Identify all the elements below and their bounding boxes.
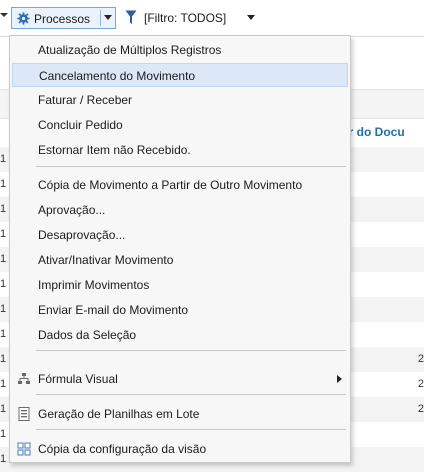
menu-item-label: Concluir Pedido xyxy=(38,118,123,132)
menu-item-label: Aprovação... xyxy=(38,203,106,217)
menu-separator xyxy=(36,350,346,351)
menu-item-label: Cópia da configuração da visão xyxy=(38,442,207,456)
processes-label: Processos xyxy=(34,12,91,26)
row-number: 1 xyxy=(0,153,7,165)
submenu-arrow-icon xyxy=(337,375,342,383)
row-number: 1 xyxy=(0,178,7,190)
menu-separator xyxy=(36,394,346,395)
menu-item-copia-configuracao-visao[interactable]: Cópia da configuração da visão xyxy=(12,437,348,461)
row-value: 2 xyxy=(417,353,424,365)
menu-item-label: Cancelamento do Movimento xyxy=(39,69,196,83)
menu-item-label: Faturar / Receber xyxy=(38,93,133,107)
menu-item-aprovacao[interactable]: Aprovação... xyxy=(12,198,348,222)
menu-item-estornar-item[interactable]: Estornar Item não Recebido. xyxy=(12,138,348,162)
row-number: 1 xyxy=(0,403,7,415)
menu-separator xyxy=(36,429,346,430)
grid-view-icon xyxy=(17,442,31,456)
menu-item-label: Cópia de Movimento a Partir de Outro Mov… xyxy=(38,178,303,192)
menu-item-label: Geração de Planilhas em Lote xyxy=(38,407,200,421)
menu-item-imprimir-movimentos[interactable]: Imprimir Movimentos xyxy=(12,273,348,297)
row-number: 1 xyxy=(0,428,7,440)
menu-item-dados-selecao[interactable]: Dados da Seleção xyxy=(12,323,348,347)
menu-item-label: Enviar E-mail do Movimento xyxy=(38,303,189,317)
menu-item-copia-movimento[interactable]: Cópia de Movimento a Partir de Outro Mov… xyxy=(12,173,348,197)
chevron-down-icon[interactable] xyxy=(0,10,9,20)
dropdown-arrow-icon[interactable] xyxy=(247,15,255,21)
filter-button[interactable]: [Filtro: TODOS] xyxy=(125,7,260,29)
menu-item-formula-visual[interactable]: Fórmula Visual xyxy=(12,367,348,391)
menu-item-atualizacao-multiplos-registros[interactable]: Atualização de Múltiplos Registros xyxy=(12,38,348,62)
menu-item-desaprovacao[interactable]: Desaprovação... xyxy=(12,223,348,247)
menu-item-label: Ativar/Inativar Movimento xyxy=(38,253,174,267)
toolbar: Processos [Filtro: TODOS] xyxy=(0,0,424,37)
menu-item-cancelamento-movimento[interactable]: Cancelamento do Movimento xyxy=(12,63,348,87)
row-value: 2 xyxy=(417,378,424,390)
menu-item-faturar-receber[interactable]: Faturar / Receber xyxy=(12,88,348,112)
menu-item-label: Imprimir Movimentos xyxy=(38,278,150,292)
row-value: 2 xyxy=(417,403,424,415)
menu-item-label: Dados da Seleção xyxy=(38,328,137,342)
row-number: 1 xyxy=(0,278,7,290)
dropdown-arrow-icon[interactable] xyxy=(104,15,112,21)
menu-item-geracao-planilhas[interactable]: Geração de Planilhas em Lote xyxy=(12,402,348,426)
processes-menu: Atualização de Múltiplos Registros Cance… xyxy=(9,35,351,463)
row-number: 1 xyxy=(0,228,7,240)
filter-label: [Filtro: TODOS] xyxy=(144,11,227,25)
menu-separator xyxy=(36,166,346,167)
menu-item-label: Atualização de Múltiplos Registros xyxy=(38,43,222,57)
row-number: 1 xyxy=(0,453,7,465)
menu-item-concluir-pedido[interactable]: Concluir Pedido xyxy=(12,113,348,137)
menu-item-label: Fórmula Visual xyxy=(38,372,118,386)
row-number: 1 xyxy=(0,378,7,390)
row-number: 1 xyxy=(0,353,7,365)
menu-item-enviar-email[interactable]: Enviar E-mail do Movimento xyxy=(12,298,348,322)
processes-button[interactable]: Processos xyxy=(11,7,116,29)
menu-item-ativar-inativar[interactable]: Ativar/Inativar Movimento xyxy=(12,248,348,272)
row-number: 1 xyxy=(0,253,7,265)
menu-item-label: Desaprovação... xyxy=(38,228,126,242)
gear-icon xyxy=(17,12,30,25)
row-number: 1 xyxy=(0,328,7,340)
spreadsheet-icon xyxy=(18,407,30,421)
button-divider xyxy=(100,10,101,26)
row-number: 1 xyxy=(0,203,7,215)
menu-item-label: Estornar Item não Recebido. xyxy=(38,143,191,157)
filter-icon xyxy=(125,10,137,24)
row-number: 1 xyxy=(0,303,7,315)
org-chart-icon xyxy=(18,373,30,384)
